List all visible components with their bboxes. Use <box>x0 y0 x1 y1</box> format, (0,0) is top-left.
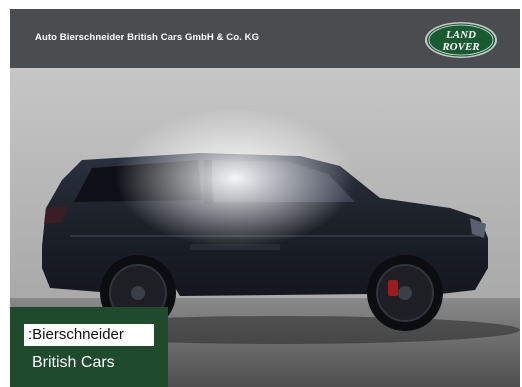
dealer-name: Auto Bierschneider British Cars GmbH & C… <box>35 32 260 43</box>
dealer-badge: :Bierschneider British Cars <box>10 307 168 387</box>
front-wheel-icon <box>367 255 443 331</box>
badge-line2: British Cars <box>32 354 115 371</box>
land-rover-logo-icon: LAND ROVER <box>425 22 497 58</box>
listing-photo: Auto Bierschneider British Cars GmbH & C… <box>10 9 520 387</box>
dealer-header: Auto Bierschneider British Cars GmbH & C… <box>10 9 520 68</box>
badge-line1: :Bierschneider <box>24 324 154 346</box>
logo-line2: ROVER <box>441 41 479 53</box>
logo-line1: LAND <box>445 29 476 41</box>
